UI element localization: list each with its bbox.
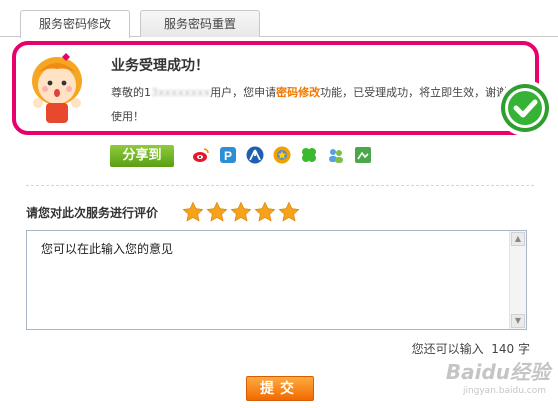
success-panel: 业务受理成功！ 尊敬的13xxxxxxxx用户，您申请密码修改功能，已受理成功，… — [12, 41, 539, 135]
watermark-main: Baidu经验 — [445, 360, 550, 384]
section-divider — [26, 185, 534, 186]
renren-icon[interactable] — [246, 146, 264, 164]
scroll-down-arrow-icon[interactable]: ▼ — [511, 314, 525, 328]
masked-phone-number: 3xxxxxxxx — [151, 86, 211, 99]
msg-user: 用户，您申请 — [210, 86, 277, 99]
kaixin-icon[interactable] — [273, 146, 291, 164]
rating-label: 请您对此次服务进行评价 — [26, 206, 159, 220]
tab-bar: 服务密码修改 服务密码重置 — [0, 0, 558, 38]
star-icon[interactable] — [206, 201, 228, 223]
watermark-url: jingyan.baidu.com — [462, 386, 546, 396]
girl-mascot-icon — [32, 53, 82, 123]
star-icon[interactable] — [230, 201, 252, 223]
success-message: 尊敬的13xxxxxxxx用户，您申请密码修改功能，已受理成功，将立即生效，谢谢… — [111, 81, 511, 129]
submit-button[interactable]: 提交 — [246, 376, 314, 401]
tab-password-reset[interactable]: 服务密码重置 — [140, 10, 260, 37]
msg-prefix: 尊敬的1 — [111, 86, 151, 99]
qzone-icon[interactable]: P — [219, 146, 237, 164]
svg-text:P: P — [224, 149, 232, 163]
clover-icon[interactable] — [300, 146, 318, 164]
share-button[interactable]: 分享到 — [110, 145, 174, 167]
comment-scrollbar[interactable]: ▲ ▼ — [509, 231, 526, 329]
star-icon[interactable] — [182, 201, 204, 223]
msg-highlight: 密码修改 — [276, 86, 321, 99]
comment-textarea[interactable]: 您可以在此输入您的意见 ▲ ▼ — [26, 230, 527, 330]
char-counter: 您还可以输入 140 字 — [412, 340, 530, 357]
success-title: 业务受理成功！ — [111, 58, 209, 74]
star-icon[interactable] — [254, 201, 276, 223]
counter-prefix: 您还可以输入 — [411, 342, 484, 356]
tab-password-change[interactable]: 服务密码修改 — [20, 10, 130, 38]
friends-icon[interactable] — [327, 146, 345, 164]
star-icon[interactable] — [278, 201, 300, 223]
sina-weibo-icon[interactable] — [192, 146, 210, 164]
baidu-jingyan-watermark: Baidu经验 jingyan.baidu.com — [430, 356, 550, 404]
success-check-icon — [497, 80, 553, 136]
share-map-icon[interactable] — [354, 146, 372, 164]
scroll-up-arrow-icon[interactable]: ▲ — [511, 232, 525, 246]
counter-unit: 字 — [517, 342, 530, 356]
comment-placeholder: 您可以在此输入您的意见 — [41, 242, 174, 256]
counter-remaining: 140 — [491, 342, 515, 356]
